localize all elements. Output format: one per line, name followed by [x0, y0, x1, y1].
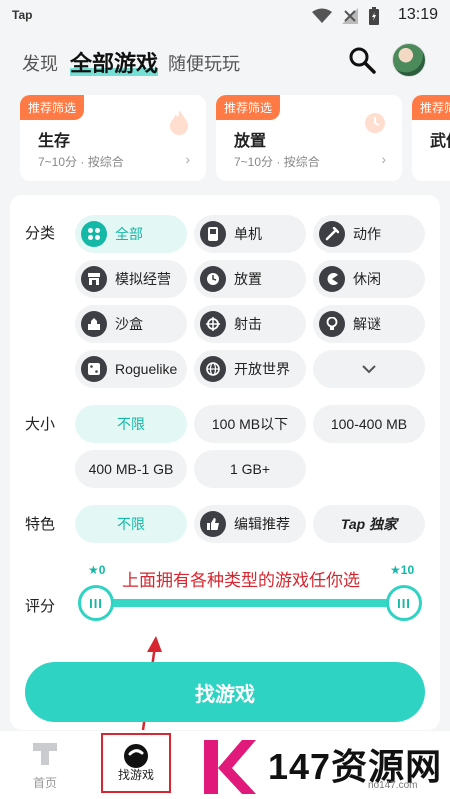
category-simulation[interactable]: 模拟经营	[75, 260, 187, 298]
watermark-url: no147.com	[368, 780, 418, 791]
chip-label: 全部	[115, 226, 143, 242]
size-400mb-1gb[interactable]: 400 MB-1 GB	[75, 450, 187, 488]
tab-random-play[interactable]: 随便玩玩	[168, 50, 240, 76]
size-over-1gb[interactable]: 1 GB+	[194, 450, 306, 488]
chip-label: 模拟经营	[115, 271, 171, 287]
chip-label: 放置	[234, 271, 262, 287]
size-100-400mb[interactable]: 100-400 MB	[313, 405, 425, 443]
rating-max-handle[interactable]: III	[386, 585, 422, 621]
category-roguelike[interactable]: Roguelike	[75, 350, 187, 388]
recommendation-row: 推荐筛选 生存 7~10分 · 按综合 › 推荐筛选 放置 7~10分 · 按综…	[0, 95, 450, 185]
chevron-right-icon: ›	[185, 151, 190, 167]
rec-subtitle: 7~10分 · 按综合	[234, 155, 320, 169]
rec-card-wuxia[interactable]: 推荐筛选 武侠	[412, 95, 450, 181]
watermark: 147资源网 no147.com	[198, 736, 448, 798]
rating-slider-track[interactable]	[98, 599, 408, 607]
rec-title: 放置	[234, 133, 267, 150]
tap-logo-icon	[33, 743, 57, 765]
watermark-logo	[204, 740, 256, 794]
rating-min-value: 0	[98, 563, 106, 577]
size-label: 大小	[25, 416, 56, 433]
feature-unlimited[interactable]: 不限	[75, 505, 187, 543]
annotation-text: 上面拥有各种类型的游戏任你选	[122, 571, 360, 590]
avatar[interactable]	[392, 43, 426, 77]
flame-icon	[170, 110, 188, 135]
size-unlimited[interactable]: 不限	[75, 405, 187, 443]
sandcastle-icon	[81, 311, 107, 337]
rec-tag: 推荐筛选	[20, 95, 85, 120]
status-app-name: Tap	[12, 8, 33, 22]
category-open-world[interactable]: 开放世界	[194, 350, 306, 388]
signal-off-icon	[342, 8, 358, 24]
category-idle[interactable]: 放置	[194, 260, 306, 298]
chevron-right-icon: ›	[381, 151, 386, 167]
category-expand[interactable]	[313, 350, 425, 388]
alarm-clock-icon	[365, 113, 385, 133]
category-label: 分类	[25, 225, 56, 242]
rec-card-idle[interactable]: 推荐筛选 放置 7~10分 · 按综合 ›	[216, 95, 402, 181]
rec-card-survival[interactable]: 推荐筛选 生存 7~10分 · 按综合 ›	[20, 95, 206, 181]
sword-icon	[319, 221, 345, 247]
clock-icon	[200, 266, 226, 292]
rec-title: 武侠	[430, 133, 450, 150]
chip-label: 解谜	[353, 316, 381, 332]
chip-label: 动作	[353, 226, 381, 242]
category-sandbox[interactable]: 沙盒	[75, 305, 187, 343]
chip-label: 沙盒	[115, 316, 143, 332]
feature-editor-pick[interactable]: 编辑推荐	[194, 505, 306, 543]
top-nav: 发现 全部游戏 随便玩玩	[0, 40, 450, 84]
category-shooter[interactable]: 射击	[194, 305, 306, 343]
rec-tag: 推荐筛选	[216, 95, 281, 120]
search-icon[interactable]	[347, 45, 377, 75]
tab-discover[interactable]: 发现	[22, 50, 58, 76]
crosshair-icon	[200, 311, 226, 337]
store-icon	[81, 266, 107, 292]
rating-max-label: ★10	[390, 563, 415, 577]
find-games-button[interactable]: 找游戏	[25, 662, 425, 722]
grid-icon	[81, 221, 107, 247]
rating-min-handle[interactable]: III	[78, 585, 114, 621]
chip-label: 射击	[234, 316, 262, 332]
rating-label: 评分	[25, 598, 56, 615]
globe-icon	[200, 356, 226, 382]
dice-icon	[81, 356, 107, 382]
status-time: 13:19	[397, 6, 438, 23]
category-puzzle[interactable]: 解谜	[313, 305, 425, 343]
battery-icon	[369, 7, 379, 25]
chip-label: Roguelike	[115, 361, 178, 377]
bottom-tab-label: 首页	[32, 776, 57, 790]
bulb-icon	[319, 311, 345, 337]
bottom-tab-home[interactable]: 首页	[10, 731, 80, 799]
bottom-tab-find-games[interactable]: 找游戏	[101, 733, 171, 793]
tab-all-games[interactable]: 全部游戏	[70, 46, 159, 78]
rating-min-label: ★0	[88, 563, 106, 577]
rec-tag: 推荐筛选	[412, 95, 450, 120]
filter-panel: 分类 全部 单机 动作 模拟经营 放置 休闲 沙盒 射击 解谜 Roguelik…	[10, 195, 440, 730]
chip-label: 编辑推荐	[234, 516, 290, 532]
wifi-icon	[312, 8, 332, 23]
category-action[interactable]: 动作	[313, 215, 425, 253]
feature-tap-exclusive[interactable]: Tap 独家	[313, 505, 425, 543]
chevron-down-icon	[362, 365, 376, 374]
gameboy-icon	[200, 221, 226, 247]
category-all[interactable]: 全部	[75, 215, 187, 253]
chip-label: 休闲	[353, 271, 381, 287]
feature-label: 特色	[25, 516, 56, 533]
status-icons	[312, 7, 380, 25]
bottom-tab-label: 找游戏	[117, 768, 154, 782]
status-bar: Tap 13:19	[0, 0, 450, 30]
category-casual[interactable]: 休闲	[313, 260, 425, 298]
category-standalone[interactable]: 单机	[194, 215, 306, 253]
size-under-100mb[interactable]: 100 MB以下	[194, 405, 306, 443]
pacman-icon	[319, 266, 345, 292]
chip-label: 开放世界	[234, 361, 290, 377]
rating-max-value: 10	[400, 563, 415, 577]
rec-title: 生存	[38, 133, 71, 150]
chip-label: 单机	[234, 226, 262, 242]
thumbs-up-icon	[200, 511, 226, 537]
rec-subtitle: 7~10分 · 按综合	[38, 155, 124, 169]
